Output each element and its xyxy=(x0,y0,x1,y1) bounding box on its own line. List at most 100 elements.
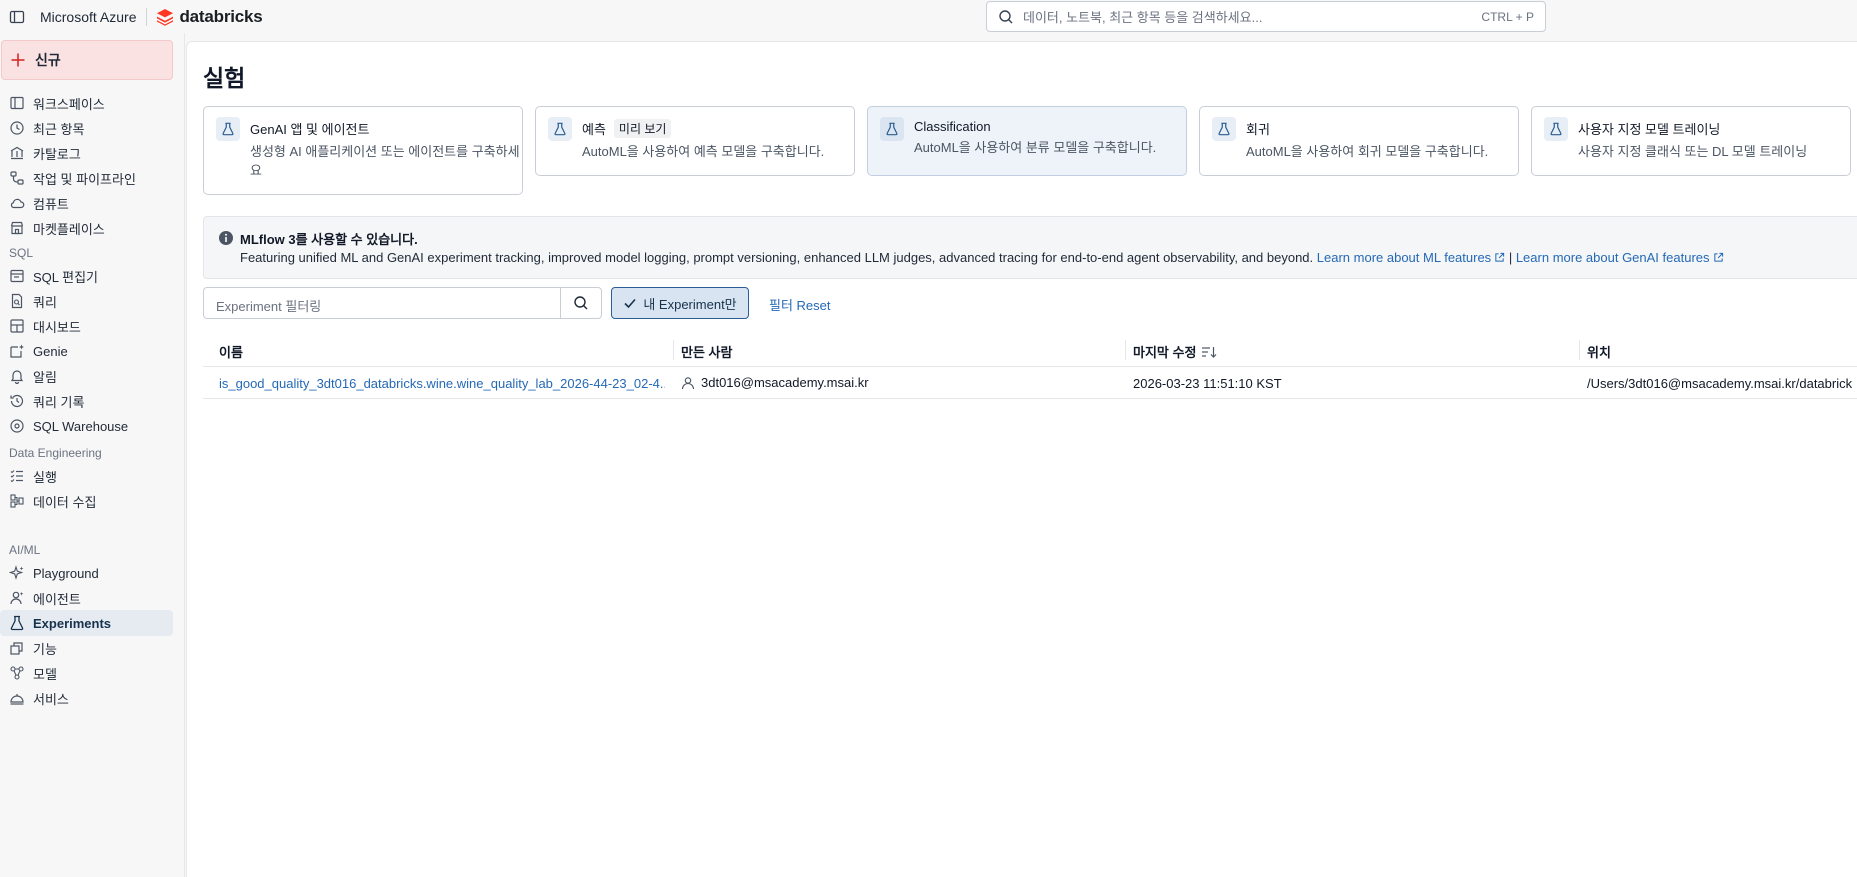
query-icon xyxy=(9,293,25,309)
global-search-input[interactable]: 데이터, 노트북, 최근 항목 등을 검색하세요... CTRL + P xyxy=(986,1,1546,32)
sidebar-item-label: Experiments xyxy=(33,615,112,631)
search-placeholder: 데이터, 노트북, 최근 항목 등을 검색하세요... xyxy=(1023,10,1263,25)
sidebar-item-runs[interactable]: 실행 xyxy=(0,463,173,489)
table-row: is_good_quality_3dt016_databricks.wine.w… xyxy=(203,367,1857,399)
cloud-icon xyxy=(9,195,25,211)
column-divider[interactable] xyxy=(1125,340,1126,360)
main-content: 실험 GenAI 앱 및 에이전트 생성형 AI 애플리케이션 또는 에이전트를… xyxy=(186,41,1857,877)
card-description: AutoML을 사용하여 예측 모델을 구축합니다. xyxy=(582,144,825,159)
card-title: 사용자 지정 모델 트레이닝 xyxy=(1578,122,1721,137)
sidebar-item-genie[interactable]: Genie xyxy=(0,338,173,364)
card-title: 회귀 xyxy=(1246,122,1270,137)
sparkle-icon xyxy=(9,565,25,581)
creator-cell: 3dt016@msacademy.msai.kr xyxy=(681,375,869,390)
databricks-wordmark: databricks xyxy=(179,6,263,26)
preview-tag: 미리 보기 xyxy=(613,119,672,138)
column-header-name[interactable]: 이름 xyxy=(219,342,243,361)
sidebar-item-data-ingestion[interactable]: 데이터 수집 xyxy=(0,488,173,514)
learn-more-genai-link[interactable]: Learn more about GenAI features xyxy=(1516,250,1724,265)
sidebar-item-label: 알림 xyxy=(33,369,57,385)
location-cell: /Users/3dt016@msacademy.msai.kr/databric… xyxy=(1587,376,1853,391)
sidebar-item-sql-editor[interactable]: SQL 편집기 xyxy=(0,263,173,289)
top-bar: Microsoft Azure databricks 데이터, 노트북, 최근 … xyxy=(0,0,1857,33)
bell-icon xyxy=(9,368,25,384)
sidebar-item-label: 최근 항목 xyxy=(33,121,85,137)
sidebar-item-jobs-pipelines[interactable]: 작업 및 파이프라인 xyxy=(0,165,173,191)
search-icon xyxy=(574,296,588,310)
sidebar-item-label: 실행 xyxy=(33,469,57,485)
sidebar-item-label: 데이터 수집 xyxy=(33,494,97,510)
card-classification[interactable]: Classification AutoML을 사용하여 분류 모델을 구축합니다… xyxy=(867,106,1187,176)
sidebar-item-dashboards[interactable]: 대시보드 xyxy=(0,313,173,339)
clock-icon xyxy=(9,120,25,136)
external-link-icon xyxy=(1713,252,1723,262)
card-description: 생성형 AI 애플리케이션 또는 에이전트를 구축하세요 xyxy=(250,144,520,178)
flask-icon xyxy=(1544,117,1568,141)
sidebar-item-label: 쿼리 기록 xyxy=(33,394,85,410)
sidebar-item-alerts[interactable]: 알림 xyxy=(0,363,173,389)
warehouse-icon xyxy=(9,418,25,434)
sidebar-toggle-icon[interactable] xyxy=(9,9,25,25)
brand-divider xyxy=(146,7,148,26)
filter-search-button[interactable] xyxy=(560,288,601,318)
column-header-creator[interactable]: 만든 사람 xyxy=(681,342,732,361)
sidebar-item-experiments[interactable]: Experiments xyxy=(0,610,173,636)
my-experiments-toggle[interactable]: 내 Experiment만 xyxy=(611,287,749,319)
learn-more-ml-link[interactable]: Learn more about ML features xyxy=(1317,250,1505,265)
plus-icon xyxy=(11,53,27,67)
flask-icon xyxy=(548,117,572,141)
table-header: 이름 만든 사람 마지막 수정 위치 xyxy=(203,332,1857,367)
column-header-last-modified[interactable]: 마지막 수정 xyxy=(1133,342,1217,361)
sidebar-item-marketplace[interactable]: 마켓플레이스 xyxy=(0,215,173,241)
sidebar-item-playground[interactable]: Playground xyxy=(0,560,173,586)
column-divider[interactable] xyxy=(1579,340,1580,360)
filter-reset-link[interactable]: 필터 Reset xyxy=(769,295,831,314)
sidebar-item-workspace[interactable]: 워크스페이스 xyxy=(0,90,173,116)
sidebar-item-sql-warehouse[interactable]: SQL Warehouse xyxy=(0,413,173,439)
sort-icon[interactable] xyxy=(1201,345,1217,359)
sidebar: 신규 워크스페이스 최근 항목 카탈로그 작업 및 파이프라인 컴퓨트 마켓플레… xyxy=(0,33,185,877)
card-genai-apps[interactable]: GenAI 앱 및 에이전트 생성형 AI 애플리케이션 또는 에이전트를 구축… xyxy=(203,106,523,195)
ingest-icon xyxy=(9,493,25,509)
sidebar-item-label: 워크스페이스 xyxy=(33,96,105,112)
column-divider[interactable] xyxy=(673,340,674,360)
card-description: 사용자 지정 클래식 또는 DL 모델 트레이닝 xyxy=(1578,144,1808,159)
card-custom-training[interactable]: 사용자 지정 모델 트레이닝 사용자 지정 클래식 또는 DL 모델 트레이닝 xyxy=(1531,106,1851,176)
page-title: 실험 xyxy=(203,65,246,91)
sidebar-item-compute[interactable]: 컴퓨트 xyxy=(0,190,173,216)
flask-icon xyxy=(1212,117,1236,141)
sidebar-item-label: 카탈로그 xyxy=(33,146,81,162)
databricks-logo[interactable]: databricks xyxy=(156,6,263,27)
experiment-name-link[interactable]: is_good_quality_3dt016_databricks.wine.w… xyxy=(219,376,665,391)
new-button[interactable]: 신규 xyxy=(1,40,173,80)
sidebar-item-features[interactable]: 기능 xyxy=(0,635,173,661)
sidebar-item-catalog[interactable]: 카탈로그 xyxy=(0,140,173,166)
column-header-location[interactable]: 위치 xyxy=(1587,342,1611,361)
runs-icon xyxy=(9,468,25,484)
card-forecasting[interactable]: 예측 미리 보기 AutoML을 사용하여 예측 모델을 구축합니다. xyxy=(535,106,855,176)
models-icon xyxy=(9,665,25,681)
experiment-filter-input[interactable]: Experiment 필터링 xyxy=(203,287,602,319)
card-regression[interactable]: 회귀 AutoML을 사용하여 회귀 모델을 구축합니다. xyxy=(1199,106,1519,176)
sidebar-item-queries[interactable]: 쿼리 xyxy=(0,288,173,314)
banner-text: Featuring unified ML and GenAI experimen… xyxy=(240,250,1314,265)
external-link-icon xyxy=(1495,252,1505,262)
user-icon xyxy=(681,376,695,389)
sidebar-section-sql: SQL xyxy=(9,246,34,260)
sidebar-item-label: 마켓플레이스 xyxy=(33,221,105,237)
sidebar-item-label: 컴퓨트 xyxy=(33,196,69,212)
sidebar-item-recents[interactable]: 최근 항목 xyxy=(0,115,173,141)
sidebar-item-models[interactable]: 모델 xyxy=(0,660,173,686)
sidebar-item-label: 대시보드 xyxy=(33,319,81,335)
sidebar-item-label: 에이전트 xyxy=(33,591,81,607)
databricks-logo-icon xyxy=(157,8,174,26)
sidebar-item-label: 기능 xyxy=(33,641,57,657)
sidebar-item-label: 작업 및 파이프라인 xyxy=(33,171,136,187)
sidebar-section-ai-ml: AI/ML xyxy=(9,543,41,557)
sidebar-item-agents[interactable]: 에이전트 xyxy=(0,585,173,611)
sidebar-item-serving[interactable]: 서비스 xyxy=(0,685,173,711)
sidebar-item-label: 모델 xyxy=(33,666,57,682)
genie-icon xyxy=(9,343,25,359)
sidebar-item-query-history[interactable]: 쿼리 기록 xyxy=(0,388,173,414)
card-title: Classification xyxy=(914,119,991,134)
